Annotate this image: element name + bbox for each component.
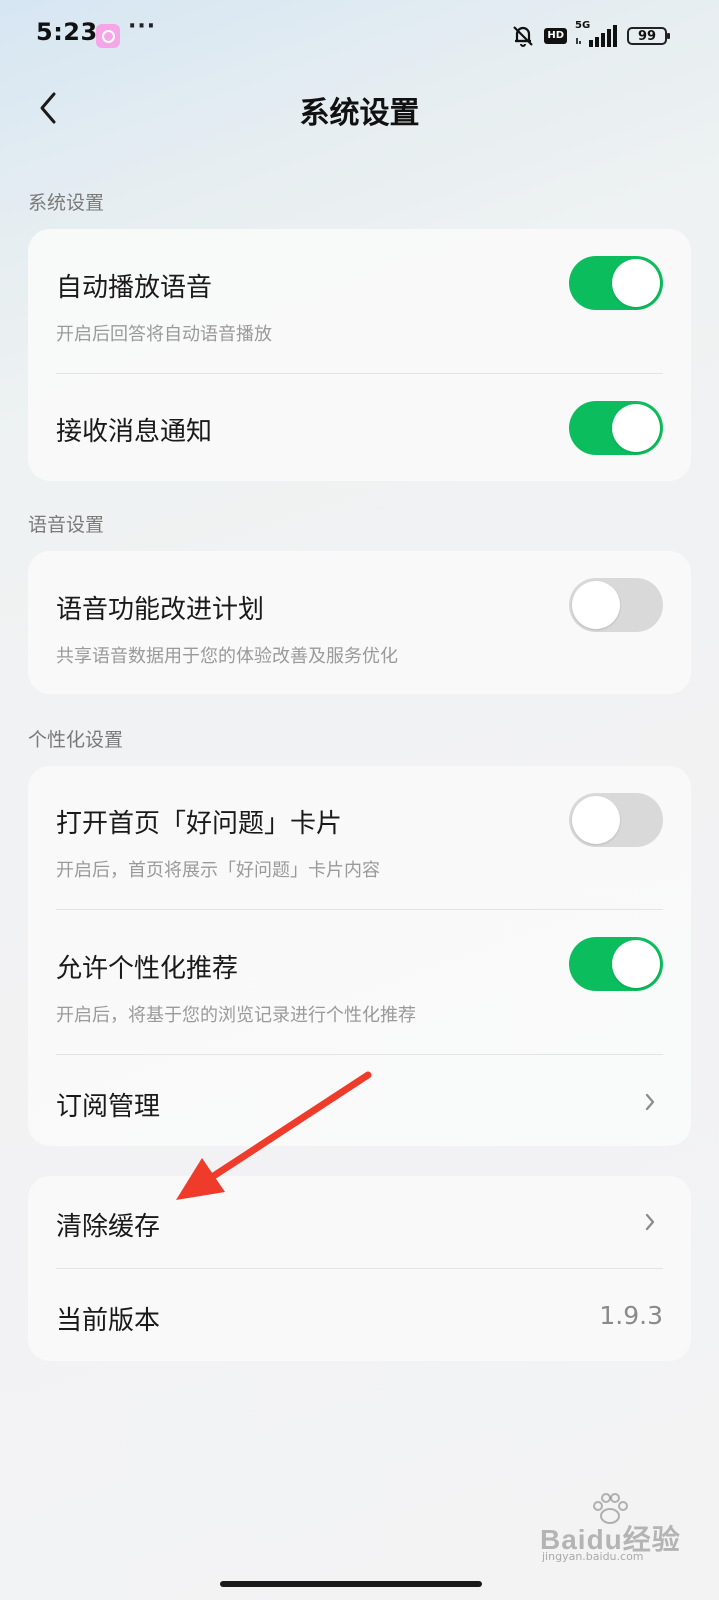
card-other-settings: 清除缓存 当前版本 1.9.3 [28, 1176, 691, 1361]
divider [56, 373, 663, 374]
toggle-knob [612, 940, 660, 988]
divider [56, 1054, 663, 1055]
setting-title: 打开首页「好问题」卡片 [56, 809, 343, 839]
setting-desc: 共享语音数据用于您的体验改善及服务优化 [56, 646, 398, 667]
setting-title: 自动播放语音 [56, 273, 213, 303]
chevron-right-icon [645, 1213, 655, 1231]
app-notification-icon [96, 24, 120, 48]
card-voice-settings: 语音功能改进计划 共享语音数据用于您的体验改善及服务优化 [28, 551, 691, 694]
setting-title: 语音功能改进计划 [56, 595, 265, 625]
toggle-knob [612, 259, 660, 307]
setting-desc: 开启后回答将自动语音播放 [56, 324, 272, 345]
setting-title: 清除缓存 [56, 1212, 161, 1242]
card-system-settings: 自动播放语音 开启后回答将自动语音播放 接收消息通知 [28, 229, 691, 481]
mute-bell-icon [513, 26, 534, 47]
version-value: 1.9.3 [599, 1301, 663, 1330]
message-notify-toggle[interactable] [569, 401, 663, 455]
divider [56, 1268, 663, 1269]
watermark-sub: jingyan.baidu.com [542, 1550, 644, 1563]
card-personal-settings: 打开首页「好问题」卡片 开启后，首页将展示「好问题」卡片内容 允许个性化推荐 开… [28, 766, 691, 1146]
toggle-knob [572, 796, 620, 844]
more-notifications-icon: ··· [128, 14, 157, 39]
home-indicator[interactable] [220, 1581, 482, 1587]
watermark-logo: Baidu经验 jingyan.baidu.com [540, 1492, 700, 1563]
page-title: 系统设置 [299, 96, 420, 131]
toggle-knob [612, 404, 660, 452]
section-label-personal: 个性化设置 [28, 729, 124, 751]
divider [56, 909, 663, 910]
setting-title: 订阅管理 [56, 1092, 161, 1122]
signal-icon: 5G [575, 20, 619, 48]
setting-title: 允许个性化推荐 [56, 954, 239, 984]
status-time: 5:23 [36, 18, 98, 46]
good-question-card-toggle[interactable] [569, 793, 663, 847]
chevron-right-icon [645, 1093, 655, 1111]
setting-title: 当前版本 [56, 1306, 161, 1336]
hd-badge: HD [544, 28, 567, 44]
status-icons: HD 5G 99 [510, 20, 670, 50]
battery-icon: 99 [627, 27, 670, 45]
auto-play-voice-toggle[interactable] [569, 256, 663, 310]
setting-title: 接收消息通知 [56, 417, 213, 447]
section-label-voice: 语音设置 [28, 514, 105, 536]
nav-header: 系统设置 [0, 70, 719, 150]
voice-improvement-toggle[interactable] [569, 578, 663, 632]
setting-desc: 开启后，首页将展示「好问题」卡片内容 [56, 860, 380, 881]
section-label-system: 系统设置 [28, 192, 105, 214]
toggle-knob [572, 581, 620, 629]
personalized-recommend-toggle[interactable] [569, 937, 663, 991]
status-bar: 5:23 ··· HD 5G 99 [0, 0, 719, 70]
setting-desc: 开启后，将基于您的浏览记录进行个性化推荐 [56, 1005, 416, 1026]
